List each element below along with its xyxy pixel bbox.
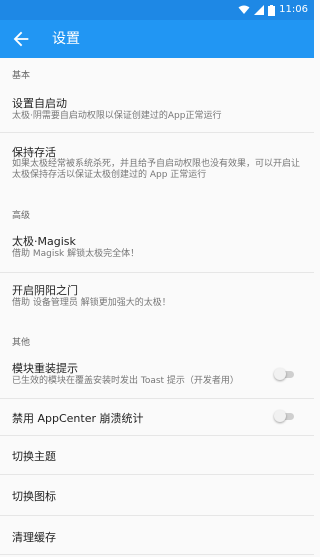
setting-title: 保持存活 [12, 146, 56, 159]
app-bar: 设置 [0, 20, 314, 58]
setting-subtitle: 如果太极经常被系统杀死，并且给予自启动权限也没有效果，可以开启让太极保持存活以保… [12, 159, 301, 180]
setting-clear-cache[interactable]: 清理缓存 [0, 516, 314, 554]
setting-yinyang-gate[interactable]: 开启阴阳之门 借助 设备管理员 解锁更加强大的太极！ [0, 273, 314, 321]
setting-subtitle: 太极·阴需要自启动权限以保证创建过的App正常运行 [12, 111, 222, 121]
section-header-basic: 基本 [12, 71, 31, 81]
status-bar: 11:06 [0, 0, 314, 20]
reinstall-hint-toggle[interactable] [274, 368, 296, 380]
setting-magisk[interactable]: 太极·Magisk 借助 Magisk 解锁太极完全体！ [0, 224, 314, 272]
setting-title: 开启阴阳之门 [12, 284, 78, 297]
setting-reinstall-hint[interactable]: 模块重装提示 已生效的模块在覆盖安装时发出 Toast 提示（开发者用） [0, 351, 314, 398]
setting-title: 模块重装提示 [12, 362, 78, 375]
setting-subtitle: 借助 设备管理员 解锁更加强大的太极！ [12, 298, 171, 308]
setting-title: 清理缓存 [12, 531, 56, 544]
status-time: 11:06 [279, 4, 308, 15]
setting-title: 切换主题 [12, 450, 56, 463]
section-header-advanced: 高级 [12, 211, 31, 221]
divider [0, 554, 314, 555]
battery-icon [268, 4, 276, 16]
appcenter-toggle[interactable] [274, 410, 296, 422]
section-header-other: 其他 [12, 338, 31, 348]
toggle-thumb [274, 410, 286, 422]
setting-disable-appcenter[interactable]: 禁用 AppCenter 崩溃统计 [0, 399, 314, 435]
setting-subtitle: 借助 Magisk 解锁太极完全体！ [12, 249, 140, 259]
back-arrow-icon[interactable] [10, 28, 32, 50]
signal-icon [254, 5, 265, 15]
setting-switch-icon[interactable]: 切换图标 [0, 475, 314, 515]
wifi-icon [238, 5, 250, 14]
setting-title: 切换图标 [12, 490, 56, 503]
setting-keep-alive[interactable]: 保持存活 如果太极经常被系统杀死，并且给予自启动权限也没有效果，可以开启让太极保… [0, 133, 314, 200]
setting-title: 设置自启动 [12, 97, 67, 110]
setting-title: 禁用 AppCenter 崩溃统计 [12, 412, 144, 425]
setting-autostart[interactable]: 设置自启动 太极·阴需要自启动权限以保证创建过的App正常运行 [0, 86, 314, 132]
setting-subtitle: 已生效的模块在覆盖安装时发出 Toast 提示（开发者用） [12, 376, 239, 386]
setting-switch-theme[interactable]: 切换主题 [0, 436, 314, 474]
toggle-thumb [274, 368, 286, 380]
page-title: 设置 [52, 31, 80, 47]
setting-title: 太极·Magisk [12, 235, 76, 248]
